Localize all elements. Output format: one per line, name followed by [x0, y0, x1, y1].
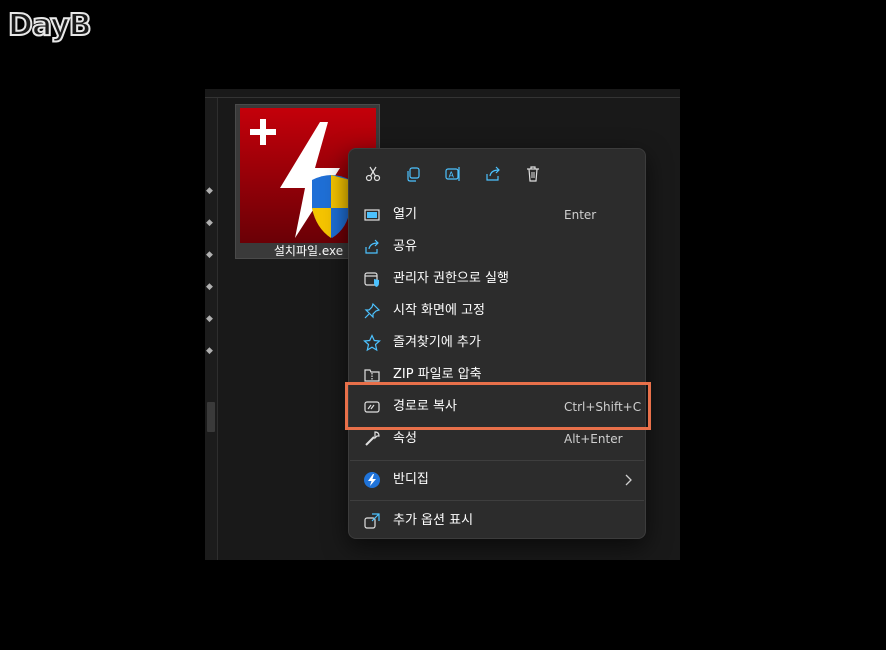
toolbar-divider	[205, 97, 680, 98]
pin-icon: ◆	[206, 218, 213, 228]
menu-item-label: 추가 옵션 표시	[393, 513, 474, 528]
wrench-icon	[365, 431, 380, 446]
menu-item-label: 관리자 권한으로 실행	[393, 271, 509, 286]
menu-item-label: 반디집	[393, 472, 429, 487]
chevron-right-icon	[625, 474, 632, 486]
context-menu: A 열기 Enter 공유 관리자 권한으로 실행 시작 화면에 고정 즐겨찾기…	[348, 148, 646, 539]
pin-icon: ◆	[206, 186, 213, 196]
admin-shield-icon	[364, 272, 379, 287]
pane-divider	[217, 98, 218, 560]
navigation-pane: ◆ ◆ ◆ ◆ ◆ ◆	[205, 98, 217, 560]
menu-separator	[350, 460, 644, 461]
menu-item-show-more-options[interactable]: 추가 옵션 표시	[355, 506, 639, 536]
share-button[interactable]	[480, 161, 506, 187]
share-icon	[365, 239, 379, 254]
pin-icon: ◆	[206, 314, 213, 324]
svg-text:A: A	[449, 171, 455, 180]
star-icon	[363, 334, 381, 352]
menu-item-add-favorite[interactable]: 즐겨찾기에 추가	[355, 328, 639, 358]
menu-item-pin-to-start[interactable]: 시작 화면에 고정	[355, 296, 639, 326]
open-icon	[364, 209, 380, 221]
pin-icon: ◆	[206, 250, 213, 260]
logo: DayB	[7, 7, 93, 44]
scrollbar-thumb[interactable]	[207, 402, 215, 432]
rename-button[interactable]: A	[440, 161, 466, 187]
more-options-icon	[364, 513, 380, 529]
menu-item-label: 열기	[393, 207, 417, 222]
menu-item-shortcut: Enter	[564, 208, 597, 222]
menu-item-open[interactable]: 열기 Enter	[355, 200, 639, 230]
menu-item-label: 속성	[393, 431, 417, 446]
menu-item-label: 공유	[393, 239, 417, 254]
menu-item-label: 시작 화면에 고정	[393, 303, 485, 318]
menu-item-run-as-admin[interactable]: 관리자 권한으로 실행	[355, 264, 639, 294]
quick-action-bar: A	[349, 149, 645, 197]
rename-icon: A	[445, 167, 460, 181]
delete-icon	[527, 166, 539, 182]
copy-button[interactable]	[400, 161, 426, 187]
cut-icon	[365, 166, 381, 182]
bandizip-icon	[364, 472, 380, 488]
cut-button[interactable]	[360, 161, 386, 187]
menu-item-bandizip[interactable]: 반디집	[355, 465, 639, 495]
copy-icon	[407, 167, 420, 182]
pin-icon: ◆	[206, 282, 213, 292]
menu-item-label: 즐겨찾기에 추가	[393, 335, 481, 350]
menu-item-share[interactable]: 공유	[355, 232, 639, 262]
highlight-box	[345, 382, 651, 430]
delete-button[interactable]	[520, 161, 546, 187]
pin-icon	[364, 302, 381, 319]
menu-item-shortcut: Alt+Enter	[564, 432, 623, 446]
share-icon	[486, 166, 500, 181]
menu-separator	[350, 500, 644, 501]
pin-icon: ◆	[206, 346, 213, 356]
